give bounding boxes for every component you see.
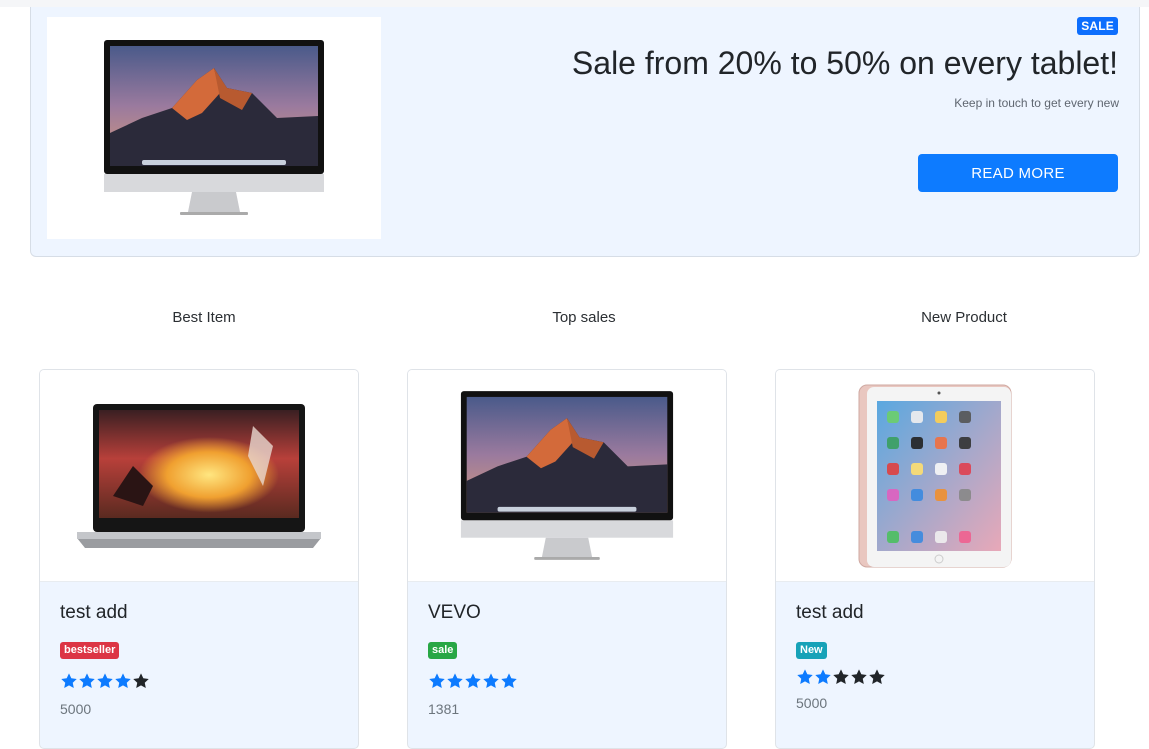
section-label-top-sales[interactable]: Top sales [394,309,774,326]
banner-subtitle: Keep in touch to get every new [954,96,1119,110]
rating-stars [60,669,338,693]
product-card[interactable]: test add bestseller 5000 [39,369,359,749]
laptop-image [77,403,321,548]
read-more-button[interactable]: READ MORE [918,154,1118,192]
bestseller-badge: bestseller [60,642,120,659]
product-image[interactable] [776,370,1094,582]
star-filled-icon [797,669,813,685]
star-empty-icon [851,669,867,685]
section-label-best-item[interactable]: Best Item [14,309,394,326]
product-title[interactable]: test add [60,602,338,628]
star-empty-icon [133,673,149,689]
product-image[interactable] [40,370,358,582]
promo-banner: SALE Sale from 20% to 50% on every table… [30,7,1140,257]
product-title[interactable]: VEVO [428,602,706,628]
product-price: 5000 [796,695,828,711]
imac-desktop-image [460,390,674,560]
product-price: 1381 [428,701,460,717]
star-filled-icon [61,673,77,689]
product-card[interactable]: VEVO sale 1381 [407,369,727,749]
product-title[interactable]: test add [796,602,1074,628]
product-price: 5000 [60,701,92,717]
star-filled-icon [97,673,113,689]
product-image[interactable] [408,370,726,582]
ipad-tablet-image [858,384,1012,567]
star-filled-icon [429,673,445,689]
section-label-new-product[interactable]: New Product [774,309,1149,326]
imac-desktop-image [104,40,324,215]
star-filled-icon [79,673,95,689]
product-card[interactable]: test add New 5000 [775,369,1095,749]
rating-stars [796,665,1074,689]
star-filled-icon [447,673,463,689]
sale-badge: sale [428,642,458,659]
rating-stars [428,669,706,693]
new-badge: New [796,642,827,659]
star-empty-icon [869,669,885,685]
star-empty-icon [833,669,849,685]
top-strip [0,0,1149,7]
star-filled-icon [501,673,517,689]
banner-title: Sale from 20% to 50% on every tablet! [571,45,1118,81]
sale-badge: SALE [1077,17,1118,35]
star-filled-icon [115,673,131,689]
banner-image [47,17,381,239]
star-filled-icon [815,669,831,685]
star-filled-icon [465,673,481,689]
star-filled-icon [483,673,499,689]
